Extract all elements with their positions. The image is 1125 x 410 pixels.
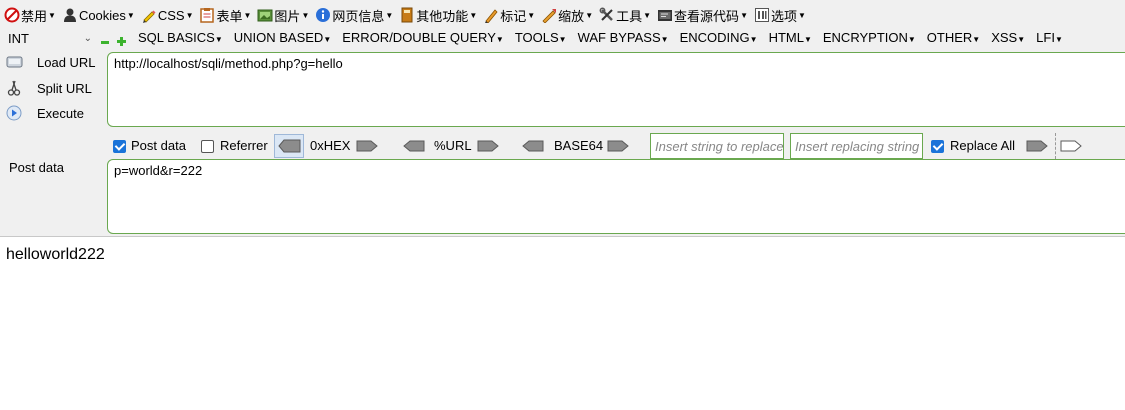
toolbar-label: 选项 [770,8,797,24]
hackbar-options-row: Post data Referrer 0xHEX %URL BASE64 Ins… [0,133,1125,159]
resize-icon [541,7,557,24]
toolbar-label: 表单 [216,8,243,24]
menu-lfi[interactable]: LFI▼ [1036,30,1063,45]
toolbar-options[interactable]: 选项 ▼ [754,6,806,25]
hex-encode-arrow-icon[interactable] [356,139,378,153]
page-output-text: helloworld222 [6,246,105,263]
split-url-label: Split URL [37,80,92,96]
increase-icon[interactable] [117,34,126,46]
info-icon [315,7,331,23]
execute-button[interactable]: Execute [6,105,84,121]
toolbar-css[interactable]: CSS ▼ [141,7,193,23]
referrer-label: Referrer [220,138,268,153]
toolbar-view-source[interactable]: 查看源代码 ▼ [657,6,748,25]
user-icon [62,7,78,23]
play-icon [6,105,24,121]
hex-label: 0xHEX [310,138,351,153]
menu-encryption[interactable]: ENCRYPTION▼ [823,30,916,45]
hackbar-panel: INT ⌄ SQL BASICS▼ UNION BASED▼ ERROR/DOU… [0,29,1125,237]
toolbar-cookies[interactable]: Cookies ▼ [62,7,135,23]
replace-with-input[interactable]: Insert replacing string [790,133,923,159]
toolbar-disable[interactable]: 禁用 ▼ [4,6,56,25]
scissors-icon [6,80,24,96]
url-input[interactable]: http://localhost/sqli/method.php?g=hello [107,52,1125,127]
chevron-down-icon: ⌄ [83,32,92,44]
replace-arrow-icon[interactable] [1026,139,1048,153]
menu-xss[interactable]: XSS▼ [991,30,1025,45]
load-url-label: Load URL [37,54,96,70]
toolbar-images[interactable]: 图片 ▼ [257,6,309,25]
toolbar-label: Cookies [78,7,126,23]
toolbar-page-info[interactable]: 网页信息 ▼ [315,6,393,25]
wrench-icon [599,7,615,23]
toolbar-label: 禁用 [21,8,48,24]
load-url-icon [6,54,24,70]
disable-icon [4,7,20,23]
referrer-checkbox[interactable] [201,140,214,153]
post-data-field-label: Post data [9,160,64,175]
form-icon [199,7,215,23]
toolbar-forms[interactable]: 表单 ▼ [199,6,251,25]
replace-all-checkbox[interactable] [931,140,944,153]
toolbar-label: 工具 [616,8,643,24]
menu-encoding[interactable]: ENCODING▼ [680,30,758,45]
level-select[interactable]: INT ⌄ [4,29,96,47]
url-decode-arrow-icon[interactable] [403,139,425,153]
toolbar-label: 查看源代码 [674,8,740,24]
replace-search-input[interactable]: Insert string to replace [650,133,784,159]
url-label: %URL [434,138,472,153]
menu-union-based[interactable]: UNION BASED▼ [234,30,332,45]
toolbar-label: 标记 [500,8,527,24]
toolbar-outline[interactable]: 标记 ▼ [483,6,535,25]
toolbar-tools[interactable]: 工具 ▼ [599,6,651,25]
menu-html[interactable]: HTML▼ [769,30,812,45]
hackbar-menus: SQL BASICS▼ UNION BASED▼ ERROR/DOUBLE QU… [138,30,1074,45]
highlighter-icon [483,7,499,24]
toolbar-resize[interactable]: 缩放 ▼ [541,6,593,25]
base64-decode-arrow-icon[interactable] [522,139,544,153]
menu-error-double-query[interactable]: ERROR/DOUBLE QUERY▼ [342,30,504,45]
base64-label: BASE64 [554,138,604,153]
source-icon [657,7,673,23]
menu-sql-basics[interactable]: SQL BASICS▼ [138,30,223,45]
pencil-icon [141,7,157,23]
base64-encode-arrow-icon[interactable] [607,139,629,153]
menu-other[interactable]: OTHER▼ [927,30,980,45]
webdeveloper-toolbar: 禁用 ▼ Cookies ▼ CSS ▼ 表单 ▼ 图片 ▼ 网页信息 ▼ 其他功能 ▼ [0,0,1125,30]
hackbar-menu-row: INT ⌄ SQL BASICS▼ UNION BASED▼ ERROR/DOU… [0,29,1125,47]
toolbar-label: CSS [157,7,185,23]
hex-decode-button[interactable] [274,134,304,158]
replace-outline-arrow-icon[interactable] [1060,139,1082,153]
toolbar-label: 图片 [274,8,301,24]
load-url-button[interactable]: Load URL [6,54,96,70]
toolbar-label: 其他功能 [416,8,469,24]
menu-waf-bypass[interactable]: WAF BYPASS▼ [578,30,669,45]
post-data-label: Post data [131,138,186,153]
replace-all-label: Replace All [950,138,1016,153]
options-icon [754,7,770,23]
post-data-input[interactable]: p=world&r=222 [107,159,1125,234]
level-select-value: INT [8,30,29,46]
book-icon [399,7,415,23]
image-icon [257,7,273,23]
divider [1055,133,1057,159]
menu-tools[interactable]: TOOLS▼ [515,30,567,45]
toolbar-label: 网页信息 [332,8,385,24]
toolbar-misc[interactable]: 其他功能 ▼ [399,6,477,25]
post-data-checkbox[interactable] [113,140,126,153]
split-url-button[interactable]: Split URL [6,80,92,96]
url-encode-arrow-icon[interactable] [477,139,499,153]
toolbar-label: 缩放 [558,8,585,24]
execute-label: Execute [37,105,84,121]
decrease-icon[interactable] [101,34,109,44]
